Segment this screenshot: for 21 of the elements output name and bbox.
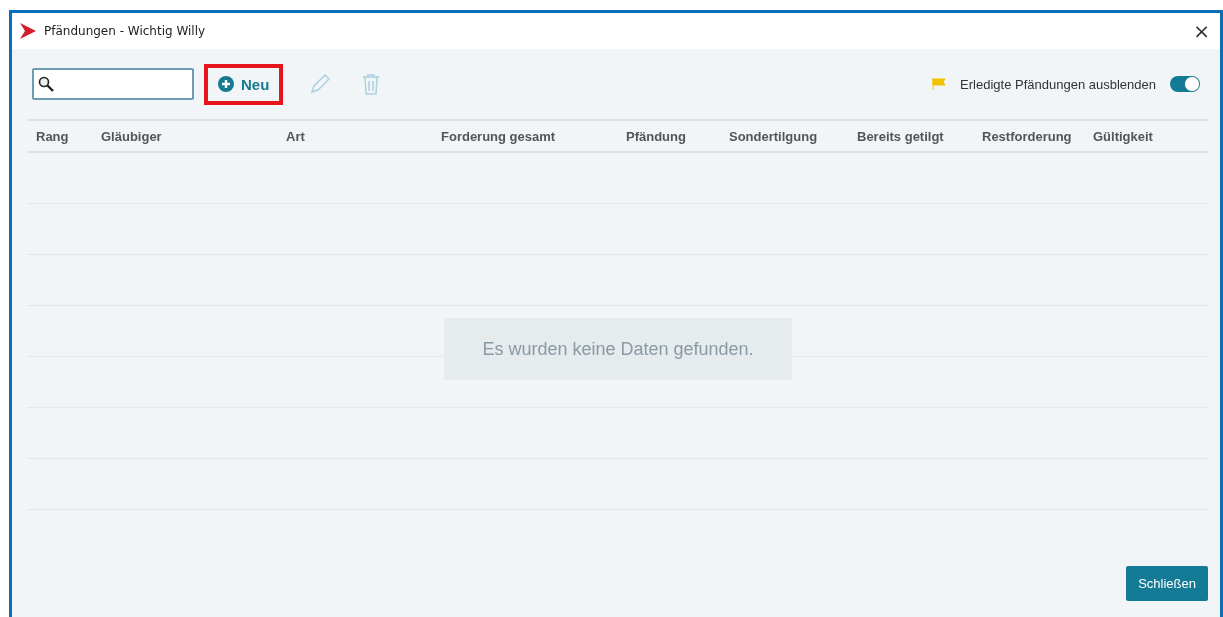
column-header: Art [286, 128, 306, 144]
column-header: Rang [36, 128, 70, 144]
column-header: Sondertilgung [729, 128, 819, 144]
column-header: Gläubiger [101, 128, 163, 144]
column-header: Restforderung [982, 128, 1073, 144]
close-dialog-button[interactable]: Schließen [1126, 566, 1208, 601]
empty-message: Es wurden keine Daten gefunden. [444, 318, 792, 380]
plus-circle-icon [218, 76, 234, 92]
search-field[interactable] [32, 68, 194, 100]
column-header: Bereits getilgt [857, 128, 945, 144]
flag-icon [932, 78, 947, 90]
column-header: Gültigkeit [1093, 128, 1154, 144]
close-button[interactable]: × [1189, 19, 1214, 43]
column-header: Forderung gesamt [441, 128, 557, 144]
window-title: Pfändungen - Wichtig Willy [44, 24, 207, 38]
toggle-label: Erledigte Pfändungen ausblenden [960, 76, 1156, 92]
new-button[interactable]: Neu [214, 69, 274, 99]
logo-icon [18, 23, 36, 39]
search-icon [38, 76, 54, 92]
toggle-switch[interactable] [1170, 76, 1200, 92]
column-header: Pfändung [626, 128, 687, 144]
